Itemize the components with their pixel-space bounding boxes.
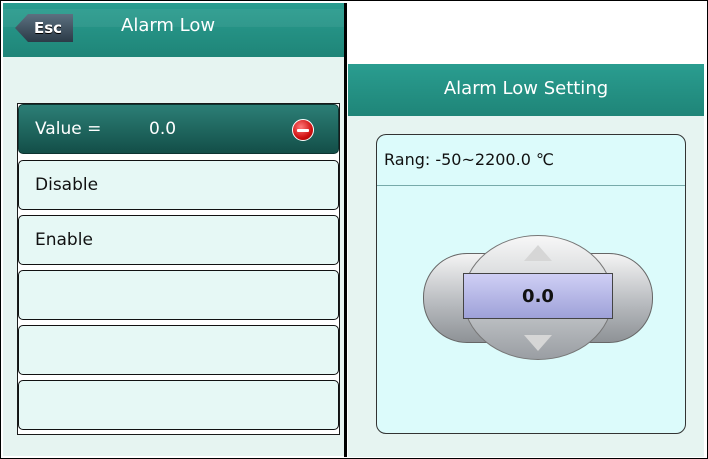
setting-card: 0.0 <box>376 134 686 434</box>
setting-title: Alarm Low Setting <box>443 78 609 99</box>
range-text: Rang: -50~2200.0 ℃ <box>384 150 554 169</box>
value-label: Value = <box>35 119 102 139</box>
value-spinner: 0.0 <box>423 235 653 365</box>
enable-label: Enable <box>35 230 93 250</box>
arrow-down-icon[interactable] <box>524 335 552 351</box>
list-item-empty-1[interactable] <box>18 270 339 320</box>
range-divider <box>377 185 685 186</box>
arrow-up-icon[interactable] <box>524 245 552 261</box>
value-readout: 0.0 <box>149 119 177 139</box>
list-item-disable[interactable]: Disable <box>18 160 339 210</box>
esc-label: Esc <box>33 19 63 37</box>
header-bar: Alarm Low Setting <box>348 64 704 116</box>
panel-divider <box>344 3 347 457</box>
value-display[interactable]: 0.0 <box>463 273 613 319</box>
list-item-empty-3[interactable] <box>18 380 339 430</box>
minus-circle-icon[interactable] <box>292 119 314 141</box>
alarm-low-panel: Esc Alarm Low Value = 0.0 Disable Enable <box>3 3 344 456</box>
options-list: Value = 0.0 Disable Enable <box>17 103 340 435</box>
disable-label: Disable <box>35 175 99 195</box>
alarm-low-setting-panel: Alarm Low Setting 0.0 Rang: -50~2200.0 ℃ <box>348 64 704 457</box>
list-item-enable[interactable]: Enable <box>18 215 339 265</box>
list-item-value[interactable]: Value = 0.0 <box>18 104 339 154</box>
page-title: Alarm Low <box>121 15 216 36</box>
header-bar: Esc Alarm Low <box>3 3 344 57</box>
list-item-empty-2[interactable] <box>18 325 339 375</box>
